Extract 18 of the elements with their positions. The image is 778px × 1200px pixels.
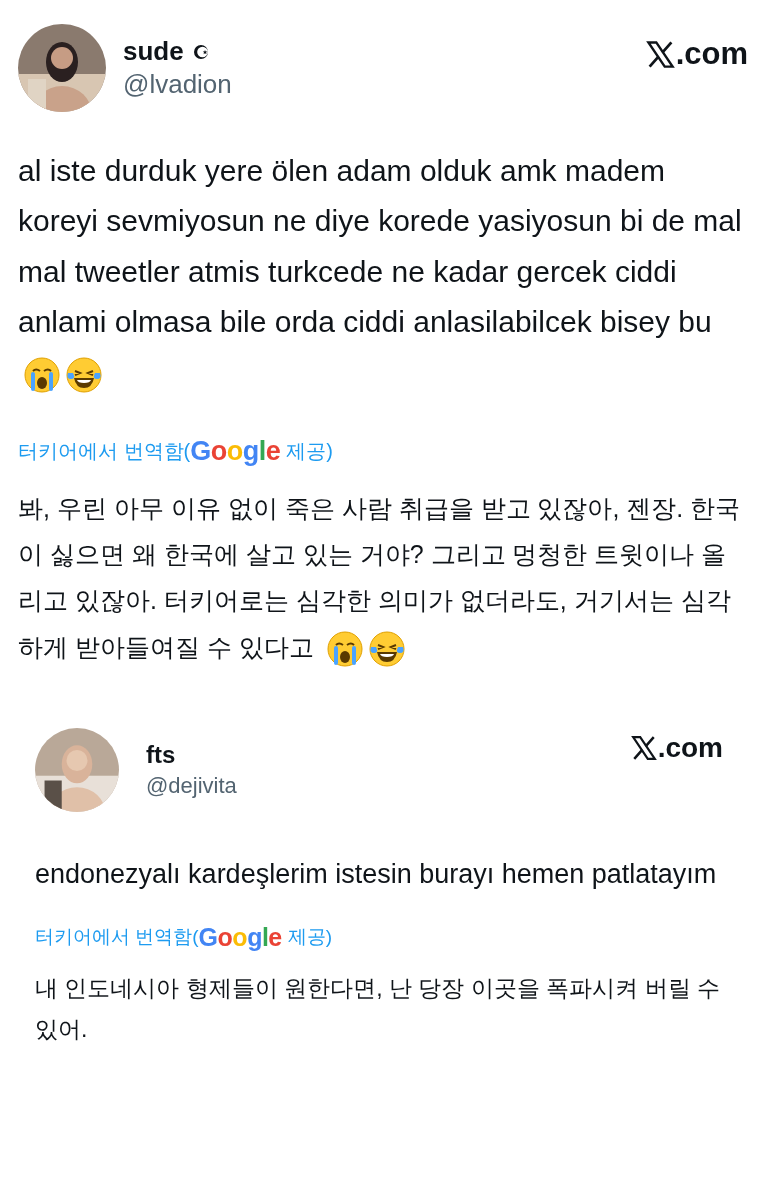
google-logo: Google xyxy=(198,922,282,952)
translation-label[interactable]: 터키어에서 번역함( xyxy=(18,437,191,465)
google-logo: Google xyxy=(190,435,281,467)
translation-provider-label: 제공) xyxy=(286,438,333,464)
translation-label[interactable]: 터키어에서 번역함( xyxy=(35,924,199,950)
user-name: fts xyxy=(146,740,176,769)
user-handle: @lvadion xyxy=(123,69,233,100)
tweet-text: endonezyalı kardeşlerim istesin burayı hemen patlatayım xyxy=(35,857,718,891)
x-logo-icon xyxy=(645,39,675,69)
user-name: sude xyxy=(123,36,184,67)
tweet-text: al iste durduk yere ölen adam olduk amk madem koreyi sevmiyosun ne diye korede yasiyosun bi de mal mal tweetler atmis turkcede ne kadar gercek ciddi anlami olmasa bile orda ciddi anlasilabilcek bisey bu xyxy=(18,146,748,398)
site-name: .com xyxy=(657,731,723,764)
x-logo-icon xyxy=(630,734,657,761)
translated-text: 봐, 우린 아무 이유 없이 죽은 사람 취급을 받고 있잖아, 젠장. 한국이 싫으면 왜 한국에 살고 있는 거야? 그리고 멍청한 트윗이나 올리고 있잖아. 터키어로는 심각한 의미가 없더라도, 거기서는 심각하게 받아들여질 수 있다고 xyxy=(18,484,748,670)
translation-provider-label: 제공) xyxy=(287,925,333,949)
user-handle: @dejivita xyxy=(146,772,238,799)
site-name: .com xyxy=(675,36,748,72)
translated-text: 내 인도네시아 형제들이 원한다면, 난 당장 이곳을 폭파시켜 버릴 수 있어. xyxy=(35,973,721,1044)
